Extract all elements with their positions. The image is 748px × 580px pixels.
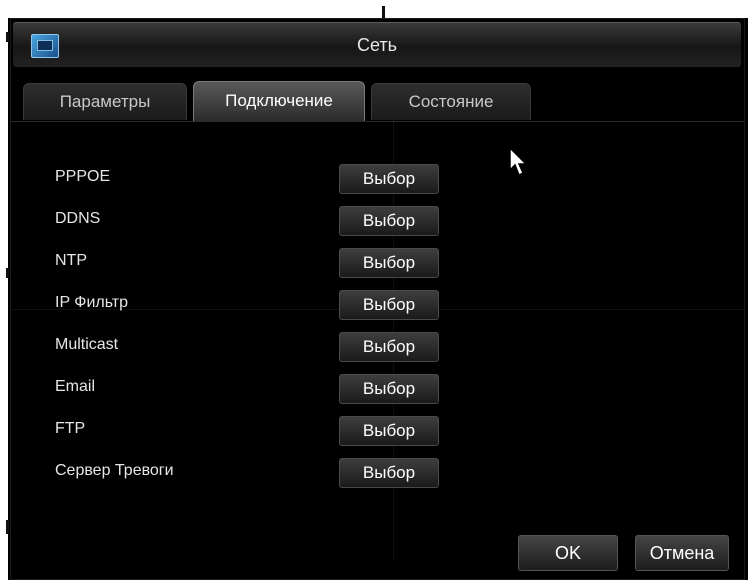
tab-bar: Параметры Подключение Состояние bbox=[19, 81, 579, 122]
row-label-ip-filter: IP Фильтр bbox=[55, 294, 129, 311]
ok-button[interactable]: OK bbox=[518, 535, 618, 571]
row-label-ftp: FTP bbox=[55, 420, 86, 437]
mouse-cursor-icon bbox=[509, 146, 528, 177]
tab-divider bbox=[11, 121, 744, 122]
row-label-alarm-server: Сервер Тревоги bbox=[55, 462, 174, 479]
window-title: Сеть bbox=[356, 35, 398, 55]
row-label-ntp: NTP bbox=[55, 252, 87, 269]
tab-status[interactable]: Состояние bbox=[371, 83, 531, 120]
background-strip-top bbox=[0, 0, 748, 18]
screen: Сеть Параметры Подключение Состояние PPP… bbox=[0, 0, 748, 580]
background-strip-left bbox=[0, 0, 9, 580]
multicast-select-button[interactable]: Выбор bbox=[339, 332, 439, 362]
ntp-select-button[interactable]: Выбор bbox=[339, 248, 439, 278]
network-dialog: Сеть Параметры Подключение Состояние PPP… bbox=[10, 18, 745, 580]
row-label-multicast: Multicast bbox=[55, 336, 119, 353]
ddns-select-button[interactable]: Выбор bbox=[339, 206, 439, 236]
row-label-ddns: DDNS bbox=[55, 210, 101, 227]
title-bar[interactable]: Сеть bbox=[13, 22, 741, 67]
row-label-email: Email bbox=[55, 378, 96, 395]
row-label-pppoe: PPPOE bbox=[55, 168, 111, 185]
cancel-button[interactable]: Отмена bbox=[635, 535, 729, 571]
tab-connection[interactable]: Подключение bbox=[193, 81, 365, 122]
tab-parameters[interactable]: Параметры bbox=[23, 83, 187, 120]
ip-filter-select-button[interactable]: Выбор bbox=[339, 290, 439, 320]
pppoe-select-button[interactable]: Выбор bbox=[339, 164, 439, 194]
ftp-select-button[interactable]: Выбор bbox=[339, 416, 439, 446]
alarm-server-select-button[interactable]: Выбор bbox=[339, 458, 439, 488]
email-select-button[interactable]: Выбор bbox=[339, 374, 439, 404]
